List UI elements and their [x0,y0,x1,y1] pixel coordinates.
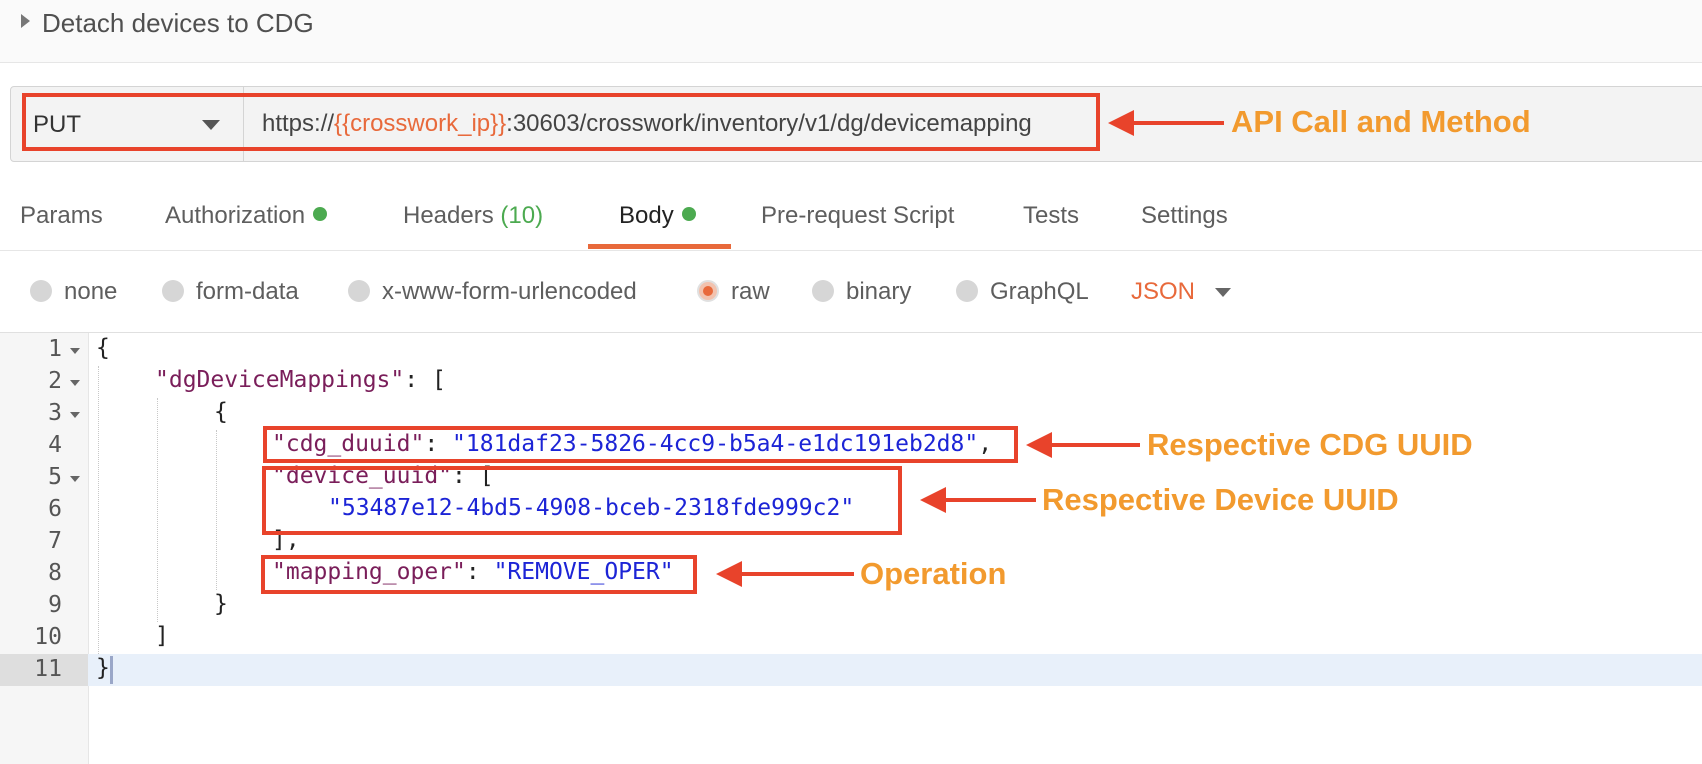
radio-circle-icon [956,280,978,302]
code-line-2: "dgDeviceMappings": [ [155,367,446,393]
body-type-options: none form-data x-www-form-urlencoded raw… [0,252,1702,333]
tab-pre-request-script[interactable]: Pre-request Script [761,202,954,230]
line-number: 8 [48,560,62,586]
indent-guide [98,366,99,654]
line-number: 7 [48,528,62,554]
annotation-box-cdg [263,426,1018,463]
radio-graphql[interactable]: GraphQL [956,278,1089,306]
active-tab-indicator [588,244,731,249]
radio-label: none [64,278,118,305]
json-punct: : [ [404,367,446,393]
tab-params[interactable]: Params [20,202,103,230]
annotation-box-operation [261,555,697,594]
chevron-down-icon[interactable] [1215,288,1231,297]
radio-circle-icon [30,280,52,302]
headers-count: (10) [500,202,544,229]
arrow-line [1130,121,1224,125]
tab-label: Tests [1023,202,1080,229]
request-header: Detach devices to CDG [0,0,1702,63]
tab-headers[interactable]: Headers (10) [403,202,543,230]
line-number: 2 [48,368,62,394]
arrow-line [942,498,1036,502]
code-line-9: } [214,591,228,617]
tab-label: Settings [1141,202,1228,229]
radio-label: raw [731,278,770,305]
annotation-api-label: API Call and Method [1231,104,1531,139]
code-line-3: { [214,399,228,425]
code-line-1: { [96,335,110,361]
tab-label: Body [619,202,674,229]
tab-tests[interactable]: Tests [1023,202,1079,230]
line-number: 10 [34,624,62,650]
radio-label: GraphQL [990,278,1089,305]
code-line-10: ] [155,623,169,649]
code-line-11: } [96,655,110,681]
fold-toggle-icon[interactable] [70,348,80,354]
arrow-line [1048,443,1140,447]
status-dot-icon [313,207,328,221]
radio-none[interactable]: none [30,278,117,306]
annotation-cdg-label: Respective CDG UUID [1147,427,1473,462]
expand-caret-icon[interactable] [21,14,30,28]
radio-circle-icon [812,280,834,302]
indent-guide [216,430,217,590]
fold-toggle-icon[interactable] [70,476,80,482]
radio-circle-icon [348,280,370,302]
line-number: 3 [48,400,62,426]
line-number: 5 [48,464,62,490]
active-line-highlight [88,654,1702,686]
annotation-box-api [22,93,1100,151]
tab-label: Pre-request Script [761,202,955,229]
json-key: "dgDeviceMappings" [155,367,405,393]
radio-form-data[interactable]: form-data [162,278,299,306]
radio-raw[interactable]: raw [697,278,770,306]
tab-body[interactable]: Body [619,202,696,230]
arrow-line [738,572,854,576]
line-number: 6 [48,496,62,522]
radio-binary[interactable]: binary [812,278,911,306]
tab-label: Params [20,202,103,229]
line-number: 1 [48,336,62,362]
radio-label: x-www-form-urlencoded [382,278,637,305]
status-dot-icon [681,207,696,221]
text-cursor [110,656,113,684]
annotation-box-device [262,466,902,535]
fold-toggle-icon[interactable] [70,412,80,418]
annotation-device-label: Respective Device UUID [1042,482,1399,517]
radio-circle-icon [162,280,184,302]
line-number: 9 [48,592,62,618]
annotation-operation-label: Operation [860,556,1007,591]
radio-label: binary [846,278,912,305]
tab-label: Authorization [165,202,306,229]
request-tabs: Params Authorization Headers (10) Body P… [0,188,1702,251]
tab-label: Headers [403,202,494,229]
request-title[interactable]: Detach devices to CDG [42,8,314,39]
fold-toggle-icon[interactable] [70,380,80,386]
radio-selected-icon [697,280,719,302]
body-format-select[interactable]: JSON [1131,278,1195,306]
tab-settings[interactable]: Settings [1141,202,1228,230]
line-number: 11 [34,656,62,682]
line-number: 4 [48,432,62,458]
indent-guide [157,398,158,622]
radio-x-www-form-urlencoded[interactable]: x-www-form-urlencoded [348,278,637,306]
tab-authorization[interactable]: Authorization [165,202,328,230]
radio-label: form-data [196,278,299,305]
